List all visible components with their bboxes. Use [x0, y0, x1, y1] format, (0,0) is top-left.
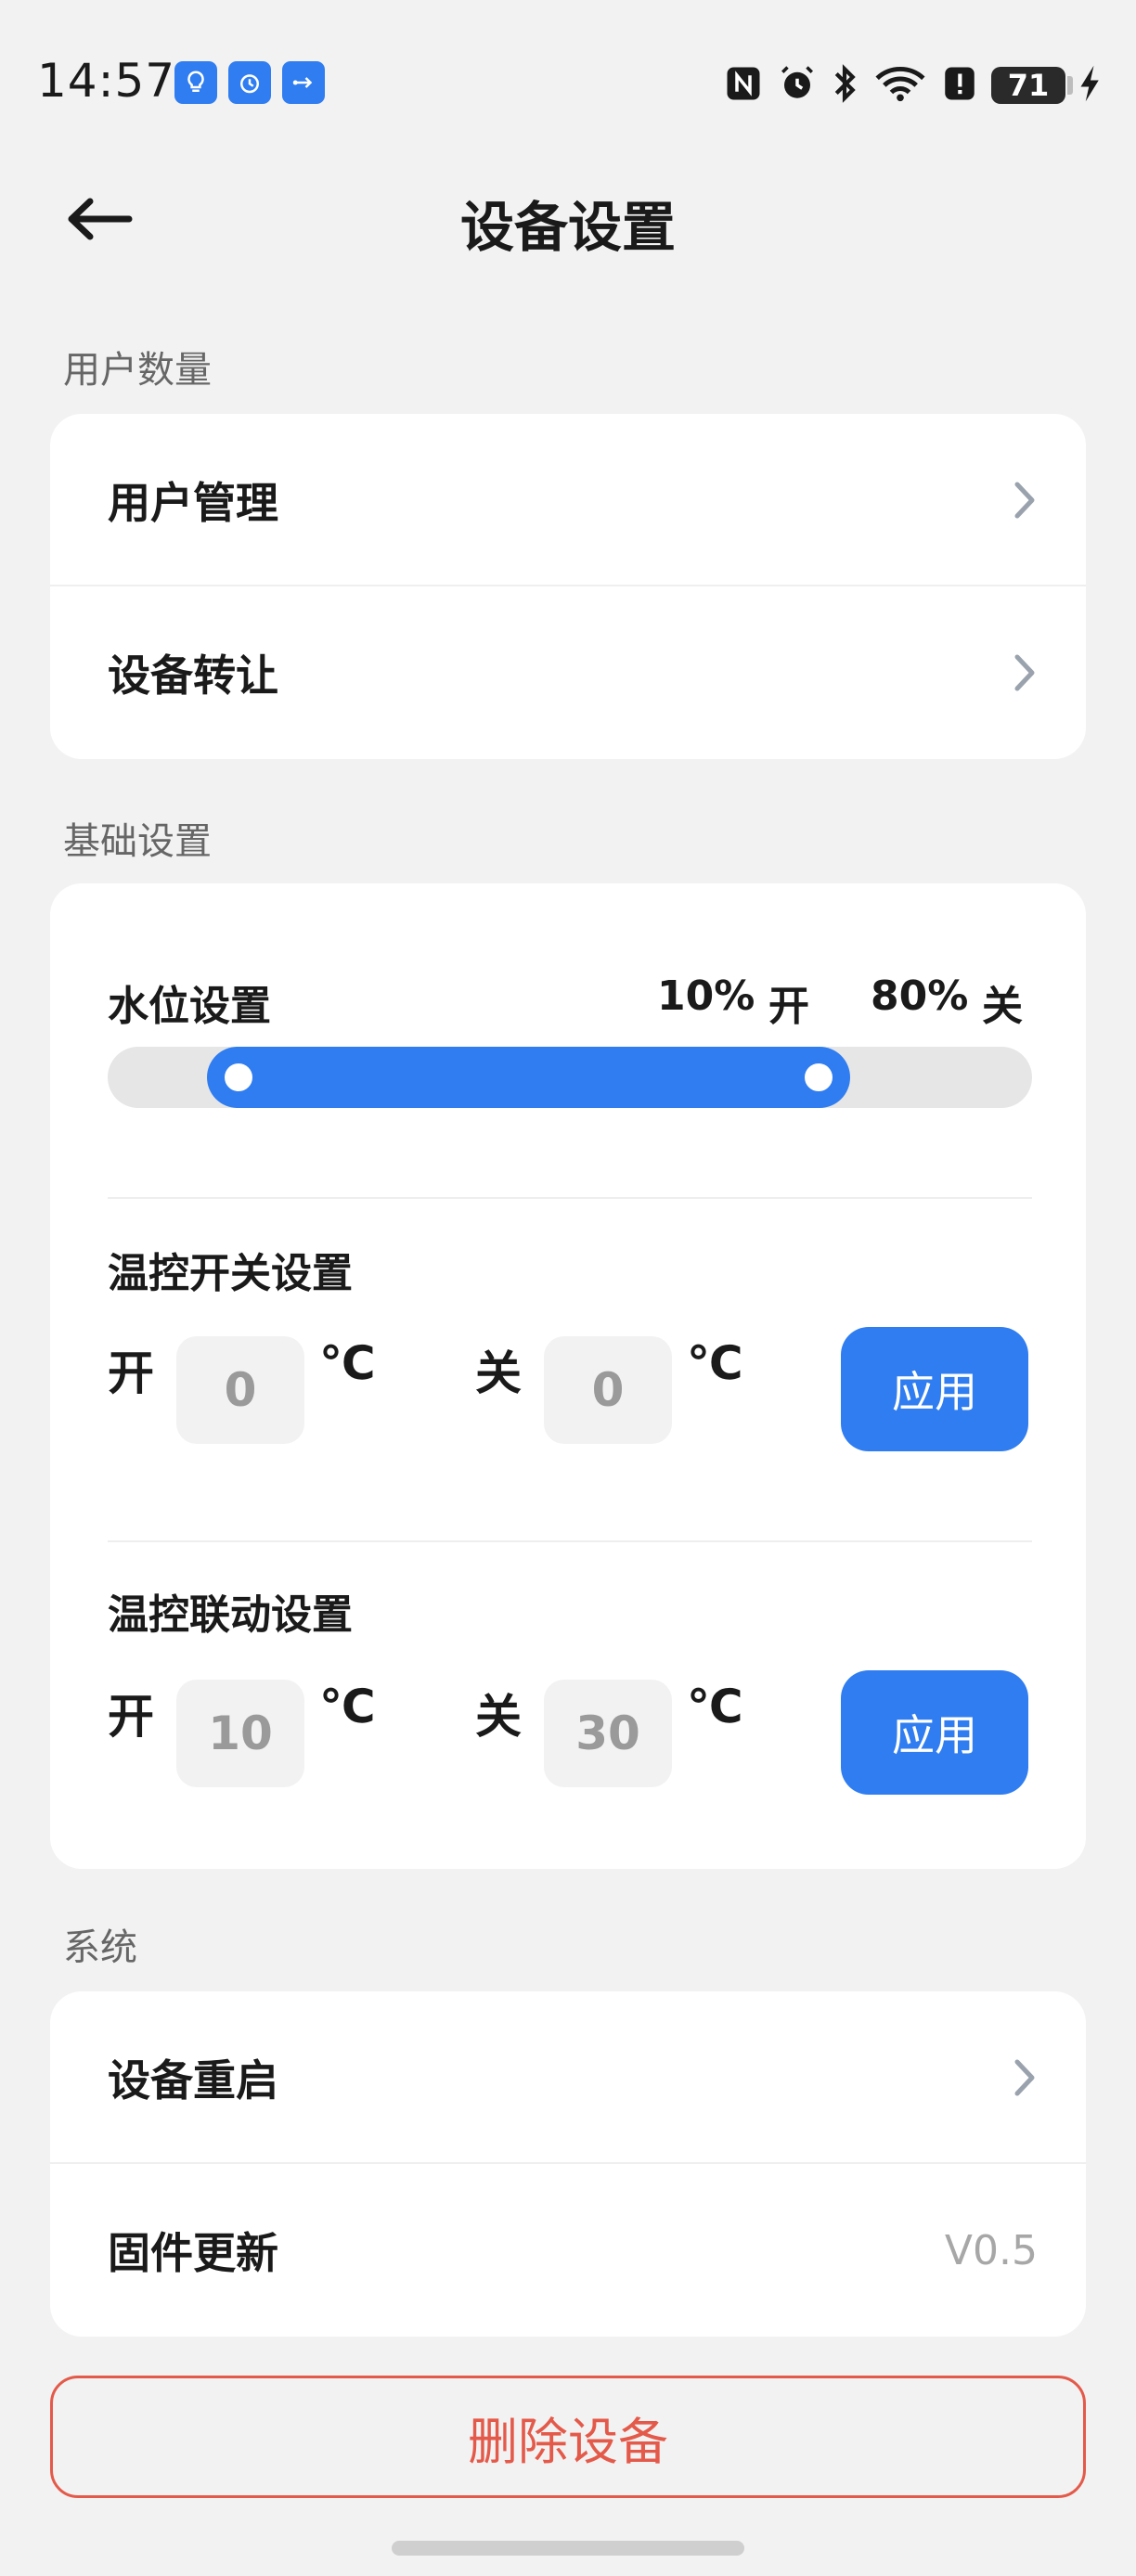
temp-switch-on-input[interactable]: 0: [176, 1336, 304, 1444]
temp-switch-off-input[interactable]: 0: [544, 1336, 672, 1444]
chevron-right-icon: [1014, 2059, 1035, 2096]
water-level-on-value: 10%: [657, 972, 755, 1020]
temp-link-title: 温控联动设置: [108, 1591, 353, 1639]
users-card: 用户管理 设备转让: [50, 414, 1086, 759]
alarm-icon: [228, 61, 271, 104]
firmware-update-label: 固件更新: [108, 2228, 278, 2278]
temp-link-on-unit: ℃: [319, 1680, 376, 1733]
temp-switch-on-label: 开: [108, 1346, 154, 1400]
temp-link-on-label: 开: [108, 1690, 154, 1744]
firmware-version: V0.5: [944, 2226, 1038, 2274]
divider: [108, 1197, 1032, 1199]
water-level-off-label: 关: [982, 983, 1023, 1030]
device-settings-screen: 14:57 71 设备设置 用户数量 用户管理 设备转让 基础设置 水位设置 1…: [0, 0, 1136, 2576]
battery-tip: [1067, 76, 1073, 95]
chevron-right-icon: [1014, 482, 1035, 519]
water-level-slider[interactable]: [108, 1047, 1032, 1108]
water-level-on-label: 开: [768, 983, 809, 1030]
water-level-on-handle[interactable]: [221, 1060, 257, 1095]
temp-link-off-input[interactable]: 30: [544, 1680, 672, 1787]
bulb-icon: [174, 61, 217, 104]
chevron-right-icon: [1014, 654, 1035, 691]
usb-icon: [282, 61, 325, 104]
temp-switch-off-label: 关: [475, 1346, 522, 1400]
do-not-disturb-icon: [776, 63, 819, 104]
temp-link-off-unit: ℃: [687, 1680, 743, 1733]
wifi-icon: [871, 63, 930, 104]
alert-icon: [939, 63, 980, 104]
temp-switch-on-unit: ℃: [319, 1336, 376, 1390]
user-management-row[interactable]: 用户管理: [50, 414, 1086, 586]
status-bar: 14:57 71: [0, 0, 1136, 167]
temp-switch-off-unit: ℃: [687, 1336, 743, 1390]
user-management-label: 用户管理: [108, 478, 278, 528]
divider: [108, 1540, 1032, 1542]
temp-link-off-label: 关: [475, 1690, 522, 1744]
battery-indicator: 71: [991, 67, 1065, 104]
page-title: 设备设置: [459, 196, 676, 259]
system-card: 设备重启 固件更新 V0.5: [50, 1991, 1086, 2337]
water-level-off-value: 80%: [871, 972, 969, 1020]
basic-settings-card: 水位设置 10% 开 80% 关 温控开关设置 开 0 ℃ 关 0 ℃ 应用 温…: [50, 883, 1086, 1869]
home-indicator[interactable]: [392, 2541, 744, 2556]
temp-link-on-input[interactable]: 10: [176, 1680, 304, 1787]
section-label-system: 系统: [63, 1926, 137, 1969]
water-level-range-fill: [207, 1047, 850, 1108]
device-transfer-row[interactable]: 设备转让: [50, 586, 1086, 759]
temp-link-apply-button[interactable]: 应用: [841, 1670, 1028, 1795]
nfc-icon: [722, 63, 765, 104]
section-label-basic: 基础设置: [63, 820, 212, 863]
bluetooth-icon: [828, 63, 861, 104]
water-level-title: 水位设置: [108, 983, 271, 1030]
temp-switch-apply-button[interactable]: 应用: [841, 1327, 1028, 1451]
device-restart-label: 设备重启: [108, 2055, 278, 2106]
section-label-users: 用户数量: [63, 349, 212, 392]
delete-device-button[interactable]: 删除设备: [50, 2376, 1086, 2498]
temp-switch-title: 温控开关设置: [108, 1250, 353, 1297]
water-level-off-handle[interactable]: [800, 1060, 836, 1095]
device-restart-row[interactable]: 设备重启: [50, 1991, 1086, 2164]
firmware-update-row[interactable]: 固件更新 V0.5: [50, 2164, 1086, 2337]
device-transfer-label: 设备转让: [108, 650, 278, 701]
status-time: 14:57: [37, 54, 176, 108]
bolt-icon: [1077, 63, 1104, 104]
